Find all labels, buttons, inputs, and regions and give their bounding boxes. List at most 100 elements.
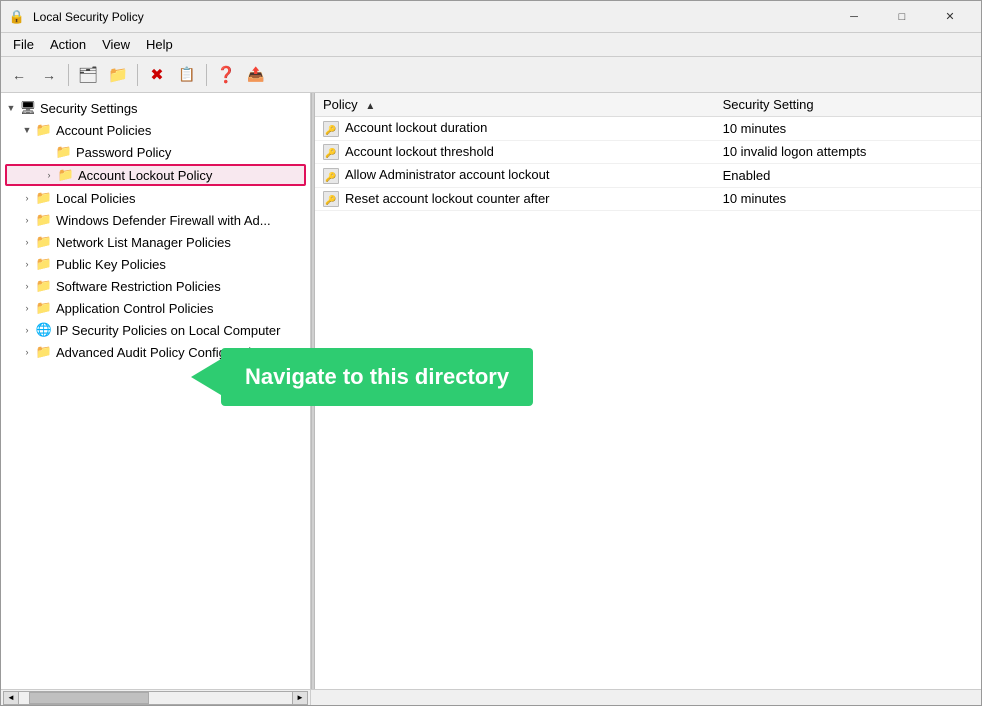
column-security-setting[interactable]: Security Setting	[715, 93, 981, 117]
tree-scrollbar: ◄ ►	[1, 690, 311, 705]
root-toggle: ▼	[3, 100, 19, 116]
column-policy[interactable]: Policy ▲	[315, 93, 715, 117]
bottom-bar: ◄ ►	[1, 689, 981, 705]
help-button[interactable]: ❓	[212, 61, 240, 89]
public-key-toggle: ›	[19, 256, 35, 272]
root-label: Security Settings	[37, 101, 138, 116]
sort-arrow: ▲	[365, 101, 375, 112]
main-content: ▼ 🖥 Security Settings ▼ 📁 Account Polici…	[1, 93, 981, 689]
scroll-track[interactable]	[19, 691, 292, 705]
policy-icon: 🔑	[323, 168, 339, 184]
app-control-toggle: ›	[19, 300, 35, 316]
table-row[interactable]: 🔑 Account lockout threshold 10 invalid log…	[315, 140, 981, 164]
callout-text: Navigate to this directory	[245, 364, 509, 389]
tree-item-network-list[interactable]: › 📁 Network List Manager Policies	[1, 231, 310, 253]
ip-security-icon: 🌐	[35, 322, 53, 338]
account-lockout-label: Account Lockout Policy	[75, 168, 212, 183]
toolbar-separator-3	[206, 64, 207, 86]
tree-item-account-lockout[interactable]: › 📁 Account Lockout Policy	[5, 164, 306, 186]
local-policies-label: Local Policies	[53, 191, 136, 206]
policy-cell: 🔑Account lockout duration	[315, 117, 715, 141]
password-policy-icon: 📁	[55, 144, 73, 160]
toolbar-separator-1	[68, 64, 69, 86]
toolbar: ← → 🗂 📁 ✖ 📋 ❓ 📤	[1, 57, 981, 93]
windows-defender-toggle: ›	[19, 212, 35, 228]
main-window: 🔒 Local Security Policy ─ □ ✕ File Actio…	[0, 0, 982, 706]
software-restriction-label: Software Restriction Policies	[53, 279, 221, 294]
tree-item-account-policies[interactable]: ▼ 📁 Account Policies	[1, 119, 310, 141]
scroll-right[interactable]: ►	[292, 691, 308, 705]
local-policies-toggle: ›	[19, 190, 35, 206]
network-list-toggle: ›	[19, 234, 35, 250]
password-policy-toggle	[39, 144, 55, 160]
policy-icon: 🔑	[323, 121, 339, 137]
advanced-audit-icon: 📁	[35, 344, 53, 360]
policy-cell: 🔑 Account lockout threshold	[315, 140, 715, 164]
right-pane-bottom	[311, 690, 981, 705]
software-restriction-icon: 📁	[35, 278, 53, 294]
setting-cell: 10 invalid logon attempts	[715, 140, 981, 164]
policy-label: Account lockout threshold	[345, 144, 494, 159]
show-hide-tree-button[interactable]: 📁	[104, 61, 132, 89]
forward-button[interactable]: →	[35, 61, 63, 89]
properties-button[interactable]: 📋	[173, 61, 201, 89]
tree-item-windows-defender[interactable]: › 📁 Windows Defender Firewall with Ad...	[1, 209, 310, 231]
menu-file[interactable]: File	[5, 35, 42, 54]
tree-root[interactable]: ▼ 🖥 Security Settings	[1, 97, 310, 119]
account-lockout-toggle: ›	[41, 167, 57, 183]
advanced-audit-toggle: ›	[19, 344, 35, 360]
menu-help[interactable]: Help	[138, 35, 181, 54]
local-policies-icon: 📁	[35, 190, 53, 206]
tree-item-app-control[interactable]: › 📁 Application Control Policies	[1, 297, 310, 319]
window-title: Local Security Policy	[33, 10, 831, 24]
scroll-thumb	[29, 692, 149, 704]
account-policies-toggle: ▼	[19, 122, 35, 138]
maximize-button[interactable]: □	[879, 2, 925, 32]
app-icon: 🔒	[9, 9, 25, 25]
scroll-left[interactable]: ◄	[3, 691, 19, 705]
setting-cell: Enabled	[715, 164, 981, 188]
tree-item-ip-security[interactable]: › 🌐 IP Security Policies on Local Comput…	[1, 319, 310, 341]
app-control-label: Application Control Policies	[53, 301, 214, 316]
tree-item-local-policies[interactable]: › 📁 Local Policies	[1, 187, 310, 209]
root-icon: 🖥	[19, 100, 37, 116]
window-controls: ─ □ ✕	[831, 2, 973, 32]
callout-box: Navigate to this directory	[221, 348, 533, 406]
app-control-icon: 📁	[35, 300, 53, 316]
account-policies-icon: 📁	[35, 122, 53, 138]
windows-defender-icon: 📁	[35, 212, 53, 228]
menu-bar: File Action View Help	[1, 33, 981, 57]
ip-security-label: IP Security Policies on Local Computer	[53, 323, 280, 338]
export-button[interactable]: 📤	[242, 61, 270, 89]
policy-table: Policy ▲ Security Setting 🔑Account locko…	[315, 93, 981, 211]
policy-icon: 🔑	[323, 191, 339, 207]
callout-container: Navigate to this directory	[221, 348, 533, 406]
policy-cell: 🔑 Allow Administrator account lockout	[315, 164, 715, 188]
software-restriction-toggle: ›	[19, 278, 35, 294]
public-key-icon: 📁	[35, 256, 53, 272]
windows-defender-label: Windows Defender Firewall with Ad...	[53, 213, 271, 228]
table-row[interactable]: 🔑Account lockout duration10 minutes	[315, 117, 981, 141]
title-bar: 🔒 Local Security Policy ─ □ ✕	[1, 1, 981, 33]
password-policy-label: Password Policy	[73, 145, 171, 160]
tree-item-public-key[interactable]: › 📁 Public Key Policies	[1, 253, 310, 275]
back-button[interactable]: ←	[5, 61, 33, 89]
toolbar-separator-2	[137, 64, 138, 86]
ip-security-toggle: ›	[19, 322, 35, 338]
account-lockout-icon: 📁	[57, 167, 75, 183]
account-policies-label: Account Policies	[53, 123, 151, 138]
minimize-button[interactable]: ─	[831, 2, 877, 32]
table-row[interactable]: 🔑Reset account lockout counter after10 m…	[315, 187, 981, 211]
tree-item-password-policy[interactable]: 📁 Password Policy	[1, 141, 310, 163]
close-button[interactable]: ✕	[927, 2, 973, 32]
menu-view[interactable]: View	[94, 35, 138, 54]
policy-icon: 🔑	[323, 144, 339, 160]
menu-action[interactable]: Action	[42, 35, 94, 54]
folder-button[interactable]: 🗂	[74, 61, 102, 89]
tree-item-software-restriction[interactable]: › 📁 Software Restriction Policies	[1, 275, 310, 297]
network-list-label: Network List Manager Policies	[53, 235, 231, 250]
table-row[interactable]: 🔑 Allow Administrator account lockout Enab…	[315, 164, 981, 188]
setting-cell: 10 minutes	[715, 187, 981, 211]
delete-button[interactable]: ✖	[143, 61, 171, 89]
policy-label: Allow Administrator account lockout	[345, 167, 549, 182]
